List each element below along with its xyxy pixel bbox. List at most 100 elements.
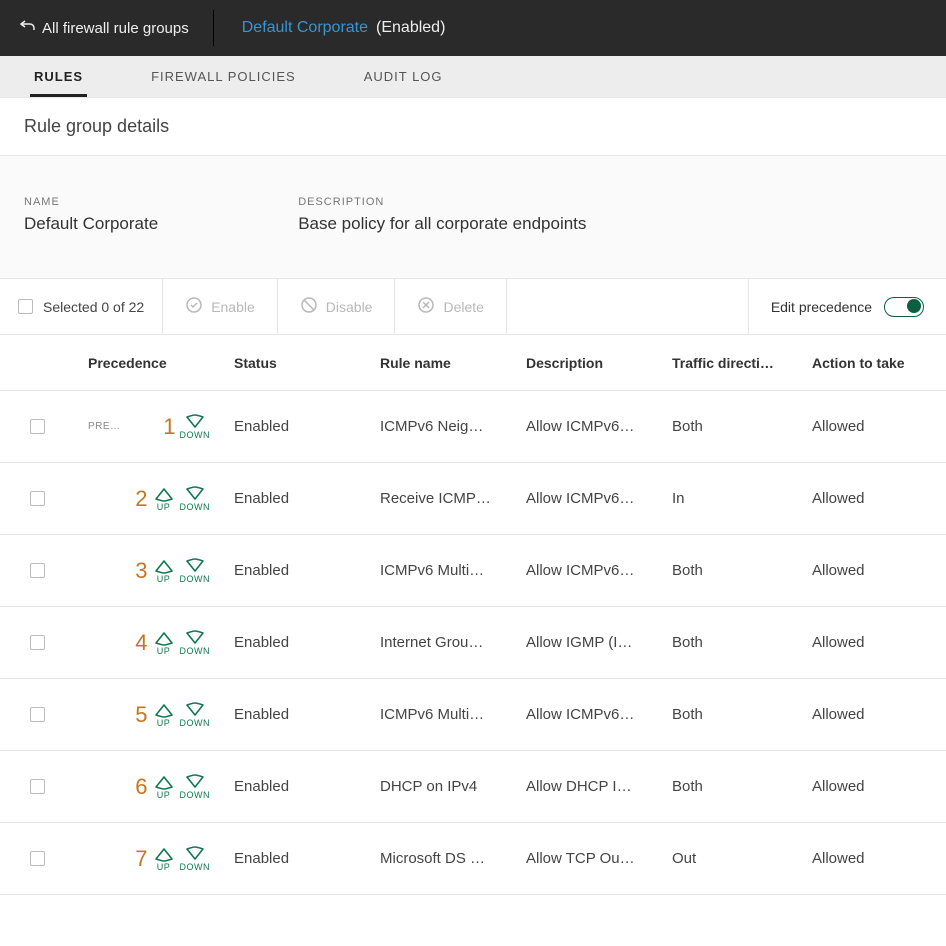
row-checkbox-cell [0,563,76,578]
col-rule-name[interactable]: Rule name [368,355,514,371]
topbar-divider [213,10,214,46]
row-checkbox[interactable] [30,491,45,506]
selected-count: Selected 0 of 22 [43,299,144,315]
precedence-cell: PRE…1DOWN [76,414,222,440]
precedence-number: 4 [135,630,147,656]
row-checkbox[interactable] [30,419,45,434]
status-cell: Enabled [222,850,368,867]
move-down-button[interactable]: DOWN [180,846,211,872]
select-all-block: Selected 0 of 22 [0,279,163,334]
delete-label: Delete [443,299,483,315]
row-checkbox-cell [0,779,76,794]
precedence-cell: 4UPDOWN [76,630,222,656]
traffic-direction-cell: In [660,490,800,507]
move-up-button[interactable]: UP [152,486,176,512]
col-status[interactable]: Status [222,355,368,371]
toolbar-spacer [507,279,749,334]
move-up-button[interactable]: UP [152,774,176,800]
move-down-button[interactable]: DOWN [180,702,211,728]
precedence-number: 3 [135,558,147,584]
edit-precedence-toggle[interactable] [884,297,924,317]
status-cell: Enabled [222,418,368,435]
precedence-cell: 5UPDOWN [76,702,222,728]
description-cell: Allow ICMPv6… [514,490,660,507]
description-cell: Allow ICMPv6… [514,418,660,435]
precedence-number: 6 [135,774,147,800]
row-checkbox[interactable] [30,851,45,866]
move-down-button[interactable]: DOWN [180,486,211,512]
col-precedence[interactable]: Precedence [76,355,222,371]
back-to-groups[interactable]: All firewall rule groups [20,10,213,46]
traffic-direction-cell: Both [660,562,800,579]
table-row: PRE…1DOWNEnabledICMPv6 Neig…Allow ICMPv6… [0,391,946,463]
topbar: All firewall rule groups Default Corpora… [0,0,946,56]
row-checkbox[interactable] [30,779,45,794]
precedence-number: 7 [135,846,147,872]
row-checkbox-cell [0,851,76,866]
status-cell: Enabled [222,778,368,795]
rules-table: Precedence Status Rule name Description … [0,335,946,895]
back-label: All firewall rule groups [42,20,189,37]
group-name-link[interactable]: Default Corporate [242,19,368,37]
description-cell: Allow ICMPv6… [514,706,660,723]
precedence-cell: 2UPDOWN [76,486,222,512]
undo-back-icon [20,18,36,38]
status-cell: Enabled [222,634,368,651]
table-header-row: Precedence Status Rule name Description … [0,335,946,391]
enable-button[interactable]: Enable [163,279,278,334]
traffic-direction-cell: Out [660,850,800,867]
field-description: DESCRIPTION Base policy for all corporat… [298,196,586,234]
precedence-cell: 6UPDOWN [76,774,222,800]
table-row: 2UPDOWNEnabledReceive ICMP…Allow ICMPv6…… [0,463,946,535]
table-row: 7UPDOWNEnabledMicrosoft DS …Allow TCP Ou… [0,823,946,895]
action-cell: Allowed [800,634,946,651]
precedence-number: 5 [135,702,147,728]
traffic-direction-cell: Both [660,706,800,723]
tabbar: RULES FIREWALL POLICIES AUDIT LOG [0,56,946,98]
row-checkbox-cell [0,491,76,506]
move-down-button[interactable]: DOWN [180,630,211,656]
action-cell: Allowed [800,562,946,579]
description-cell: Allow IGMP (I… [514,634,660,651]
row-checkbox[interactable] [30,563,45,578]
tab-audit-log[interactable]: AUDIT LOG [360,57,447,97]
field-name: NAME Default Corporate [24,196,158,234]
status-cell: Enabled [222,562,368,579]
description-cell: Allow TCP Ou… [514,850,660,867]
rule-name-cell: ICMPv6 Neig… [368,418,514,435]
col-action[interactable]: Action to take [800,355,946,371]
description-label: DESCRIPTION [298,196,586,208]
move-up-button[interactable]: UP [152,846,176,872]
col-traffic-direction[interactable]: Traffic directi… [660,355,800,371]
tab-rules[interactable]: RULES [30,57,87,97]
precedence-badge: PRE… [88,421,121,432]
traffic-direction-cell: Both [660,778,800,795]
edit-precedence-label: Edit precedence [771,299,872,315]
move-down-button[interactable]: DOWN [180,414,211,440]
precedence-number: 2 [135,486,147,512]
disable-button[interactable]: Disable [278,279,396,334]
delete-button[interactable]: Delete [395,279,506,334]
col-description[interactable]: Description [514,355,660,371]
row-checkbox[interactable] [30,635,45,650]
rule-name-cell: DHCP on IPv4 [368,778,514,795]
move-up-button[interactable]: UP [152,630,176,656]
move-up-button[interactable]: UP [152,702,176,728]
move-up-button[interactable]: UP [152,558,176,584]
name-value: Default Corporate [24,214,158,234]
action-cell: Allowed [800,418,946,435]
move-down-button[interactable]: DOWN [180,774,211,800]
section-title: Rule group details [0,98,946,156]
table-row: 3UPDOWNEnabledICMPv6 Multi…Allow ICMPv6…… [0,535,946,607]
table-row: 5UPDOWNEnabledICMPv6 Multi…Allow ICMPv6…… [0,679,946,751]
precedence-cell: 7UPDOWN [76,846,222,872]
rule-name-cell: Receive ICMP… [368,490,514,507]
traffic-direction-cell: Both [660,634,800,651]
tab-firewall-policies[interactable]: FIREWALL POLICIES [147,57,300,97]
description-cell: Allow DHCP I… [514,778,660,795]
select-all-checkbox[interactable] [18,299,33,314]
action-cell: Allowed [800,850,946,867]
row-checkbox[interactable] [30,707,45,722]
move-down-button[interactable]: DOWN [180,558,211,584]
action-cell: Allowed [800,778,946,795]
